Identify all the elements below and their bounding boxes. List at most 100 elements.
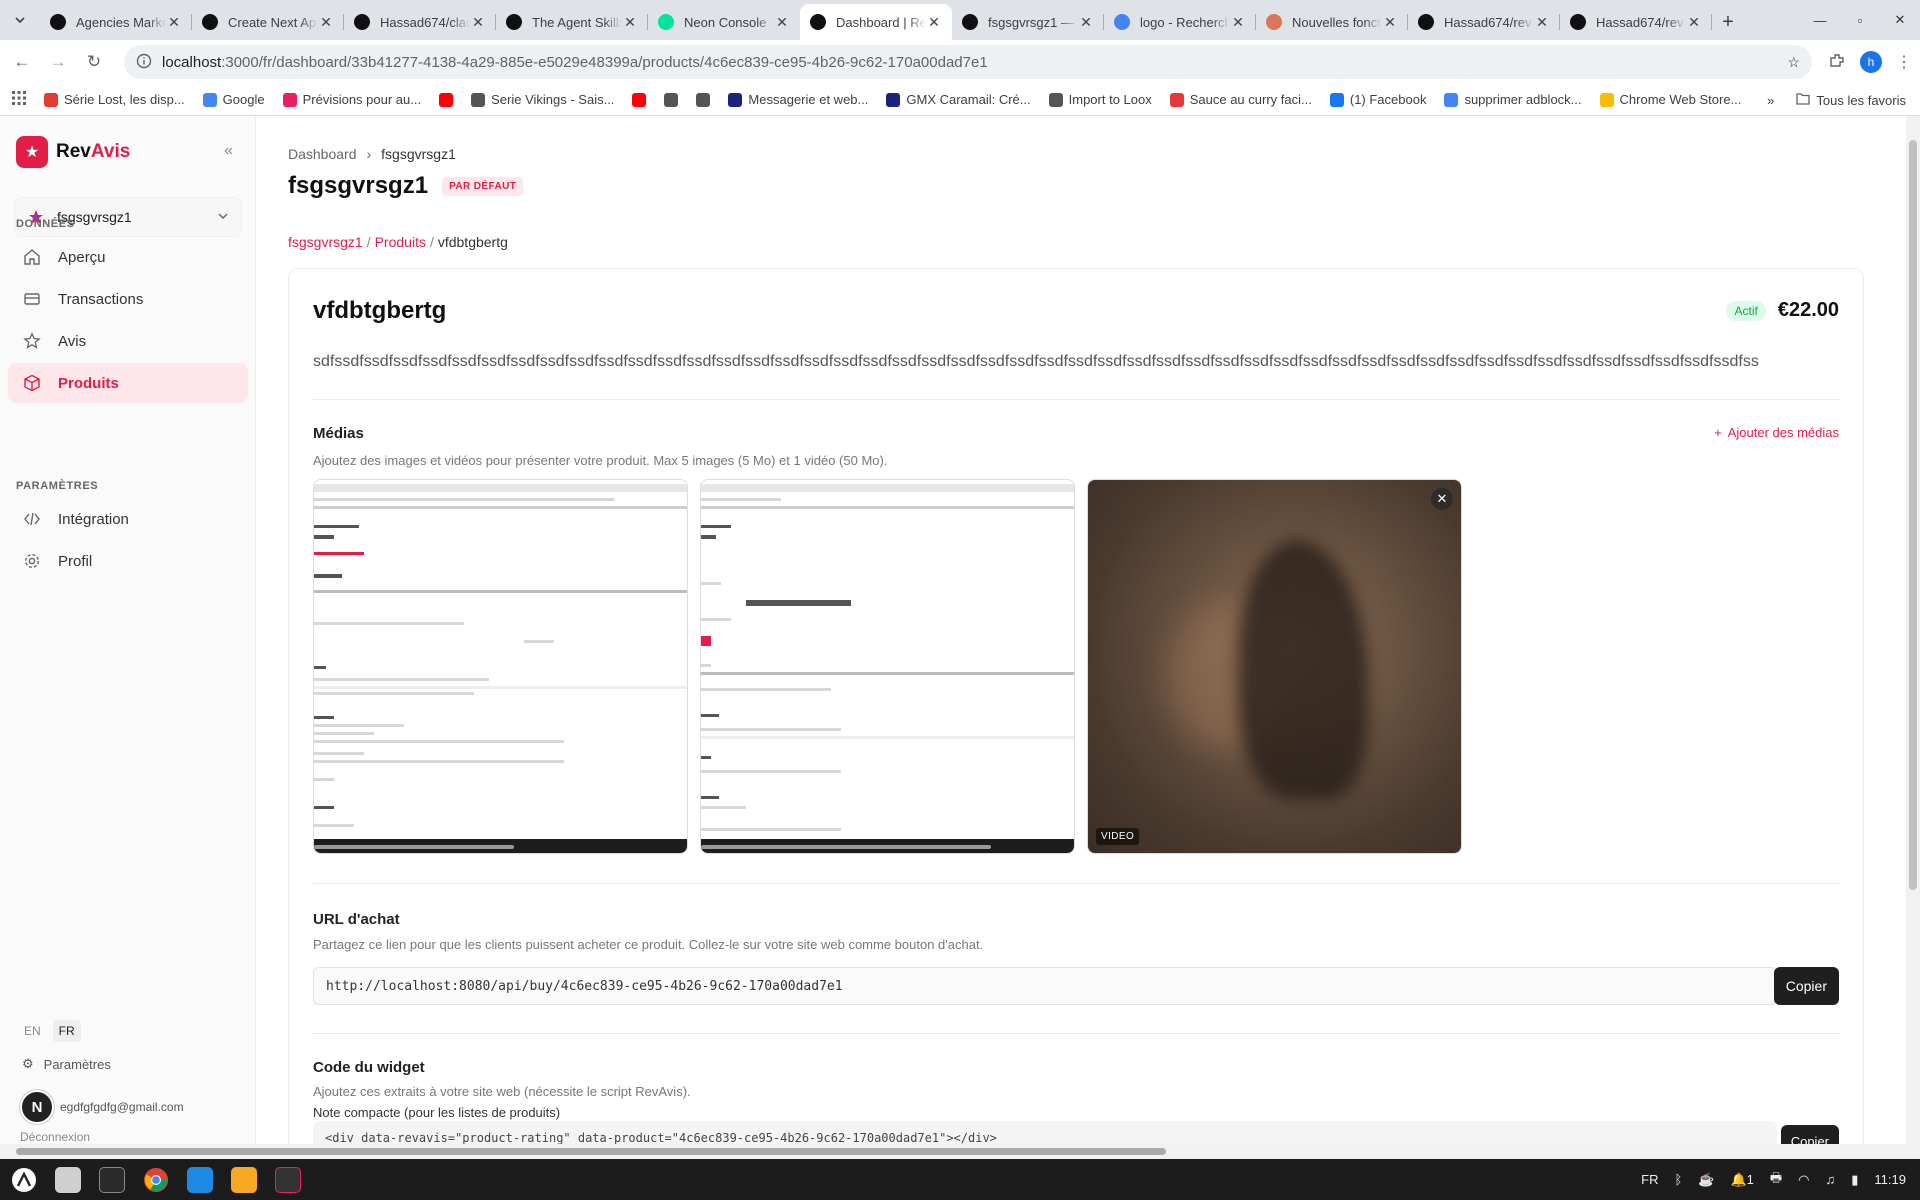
files-app-icon[interactable] [48, 1162, 88, 1198]
sidebar-item-intgration[interactable]: Intégration [8, 499, 248, 539]
bookmark-item[interactable]: Sauce au curry faci... [1169, 92, 1312, 107]
avatar[interactable]: N [20, 1090, 54, 1124]
sidebar-item-produits[interactable]: Produits [8, 363, 248, 403]
close-window-icon[interactable]: ✕ [1880, 0, 1920, 40]
chrome-menu-icon[interactable]: ⋮ [1896, 52, 1912, 72]
tab-title: logo - Recherche [1140, 14, 1230, 30]
logout-link[interactable]: Déconnexion [20, 1130, 90, 1144]
remove-media-icon[interactable]: ✕ [1431, 488, 1453, 510]
close-tab-icon[interactable]: ✕ [1686, 14, 1702, 30]
minimize-icon[interactable]: — [1800, 0, 1840, 40]
bookmark-item[interactable] [664, 92, 679, 107]
breadcrumb-dashboard[interactable]: Dashboard [288, 146, 357, 162]
bookmarks-more-button[interactable]: » [1767, 93, 1774, 108]
bookmark-item[interactable]: (1) Facebook [1329, 92, 1426, 107]
new-tab-button[interactable]: + [1712, 4, 1744, 40]
store-selector[interactable]: fsgsgvrsgz1 [14, 197, 242, 237]
all-bookmarks-button[interactable]: Tous les favoris [1796, 93, 1906, 108]
bookmark-label: Google [222, 92, 265, 107]
browser-tab[interactable]: Create Next App ✕ [192, 4, 344, 40]
extensions-icon[interactable] [1828, 52, 1846, 73]
media-thumbnail-2[interactable] [700, 479, 1075, 854]
close-tab-icon[interactable]: ✕ [774, 14, 790, 30]
buy-url-field[interactable]: http://localhost:8080/api/buy/4c6ec839-c… [313, 967, 1777, 1005]
vertical-scrollbar[interactable] [1906, 116, 1920, 1159]
tab-search-icon[interactable] [0, 0, 40, 40]
tab-title: Nouvelles fonctionnalités [1292, 14, 1382, 30]
notification-icon[interactable]: 🔔1 [1730, 1172, 1753, 1188]
close-tab-icon[interactable]: ✕ [622, 14, 638, 30]
audio-icon[interactable]: ♫ [1826, 1172, 1836, 1187]
horizontal-scrollbar[interactable] [0, 1144, 1920, 1159]
browser-tab[interactable]: Dashboard | RevAvis✕ [800, 4, 952, 40]
address-bar[interactable]: localhost:3000/fr/dashboard/33b41277-413… [124, 45, 1812, 79]
sidebar-item-profil[interactable]: Profil [8, 541, 248, 581]
brand[interactable]: ★ RevAvis [16, 136, 130, 168]
start-menu-icon[interactable] [4, 1162, 44, 1198]
reload-icon[interactable]: ↻ [80, 48, 108, 76]
bookmark-item[interactable] [696, 92, 711, 107]
back-icon[interactable]: ← [8, 48, 36, 76]
copy-buy-url-button[interactable]: Copier [1773, 967, 1839, 1005]
browser-toolbar: ← → ↻ localhost:3000/fr/dashboard/33b412… [0, 40, 1920, 84]
browser-tab[interactable]: Agencies Marketplace✕ [40, 4, 192, 40]
browser-tab[interactable]: Hassad674/claude✕ [344, 4, 496, 40]
bluetooth-icon[interactable]: ᛒ [1674, 1172, 1682, 1187]
lang-fr[interactable]: FR [52, 1020, 81, 1042]
media-thumbnail-1[interactable] [313, 479, 688, 854]
monitor-app-icon[interactable] [268, 1162, 308, 1198]
close-tab-icon[interactable]: ✕ [318, 14, 334, 30]
lang-en[interactable]: EN [18, 1020, 47, 1042]
close-tab-icon[interactable]: ✕ [166, 14, 182, 30]
chrome-app-icon[interactable] [136, 1162, 176, 1198]
bookmark-item[interactable]: Google [202, 92, 265, 107]
close-tab-icon[interactable]: ✕ [1534, 14, 1550, 30]
bookmark-item[interactable]: supprimer adblock... [1444, 92, 1582, 107]
apps-grid-icon[interactable] [12, 91, 26, 108]
bookmark-item[interactable]: Série Lost, les disp... [44, 92, 185, 107]
notes-app-icon[interactable] [224, 1162, 264, 1198]
browser-tab[interactable]: logo - Recherche ✕ [1104, 4, 1256, 40]
bookmark-item[interactable]: GMX Caramail: Cré... [886, 92, 1031, 107]
wifi-icon[interactable]: ◠ [1798, 1172, 1809, 1188]
collapse-sidebar-icon[interactable]: « [224, 142, 233, 160]
bookmark-star-icon[interactable]: ☆ [1787, 54, 1800, 71]
keyboard-layout[interactable]: FR [1641, 1172, 1658, 1187]
settings-link[interactable]: ⚙ Paramètres [22, 1056, 111, 1072]
browser-tab[interactable]: Nouvelles fonctionnalités✕ [1256, 4, 1408, 40]
path-store-link[interactable]: fsgsgvrsgz1 [288, 234, 363, 250]
profile-avatar[interactable]: h [1860, 51, 1882, 73]
bookmark-item[interactable]: Messagerie et web... [728, 92, 868, 107]
bookmark-item[interactable] [439, 92, 454, 107]
media-video[interactable]: ✕ VIDEO [1087, 479, 1462, 854]
close-tab-icon[interactable]: ✕ [1382, 14, 1398, 30]
product-price: €22.00 [1777, 299, 1839, 321]
site-info-icon[interactable] [136, 53, 152, 72]
close-tab-icon[interactable]: ✕ [926, 14, 942, 30]
bookmark-item[interactable]: Import to Loox [1048, 92, 1152, 107]
vscode-app-icon[interactable] [180, 1162, 220, 1198]
browser-tab[interactable]: fsgsgvrsgz1 — ✕ [952, 4, 1104, 40]
bookmark-item[interactable]: Prévisions pour au... [282, 92, 421, 107]
terminal-app-icon[interactable] [92, 1162, 132, 1198]
close-tab-icon[interactable]: ✕ [470, 14, 486, 30]
path-products-link[interactable]: Produits [375, 234, 426, 250]
close-tab-icon[interactable]: ✕ [1230, 14, 1246, 30]
sidebar-item-avis[interactable]: Avis [8, 321, 248, 361]
forward-icon[interactable]: → [44, 48, 72, 76]
browser-tab[interactable]: The Agent Skills ✕ [496, 4, 648, 40]
browser-tab[interactable]: Neon Console ✕ [648, 4, 800, 40]
maximize-icon[interactable]: ▫ [1840, 0, 1880, 40]
browser-tab[interactable]: Hassad674/rev ✕ [1408, 4, 1560, 40]
printer-icon[interactable]: 🖶 [1770, 1169, 1782, 1191]
sidebar-item-aperu[interactable]: Aperçu [8, 237, 248, 277]
close-tab-icon[interactable]: ✕ [1078, 14, 1094, 30]
bookmark-item[interactable] [632, 92, 647, 107]
coffee-icon[interactable]: ☕ [1698, 1172, 1714, 1188]
sidebar-item-transactions[interactable]: Transactions [8, 279, 248, 319]
add-media-button[interactable]: + Ajouter des médias [1714, 425, 1839, 440]
bookmark-item[interactable]: Chrome Web Store... [1599, 92, 1741, 107]
browser-tab[interactable]: Hassad674/rev ✕ [1560, 4, 1712, 40]
battery-icon[interactable]: ▮ [1851, 1172, 1858, 1188]
bookmark-item[interactable]: Serie Vikings - Sais... [471, 92, 614, 107]
